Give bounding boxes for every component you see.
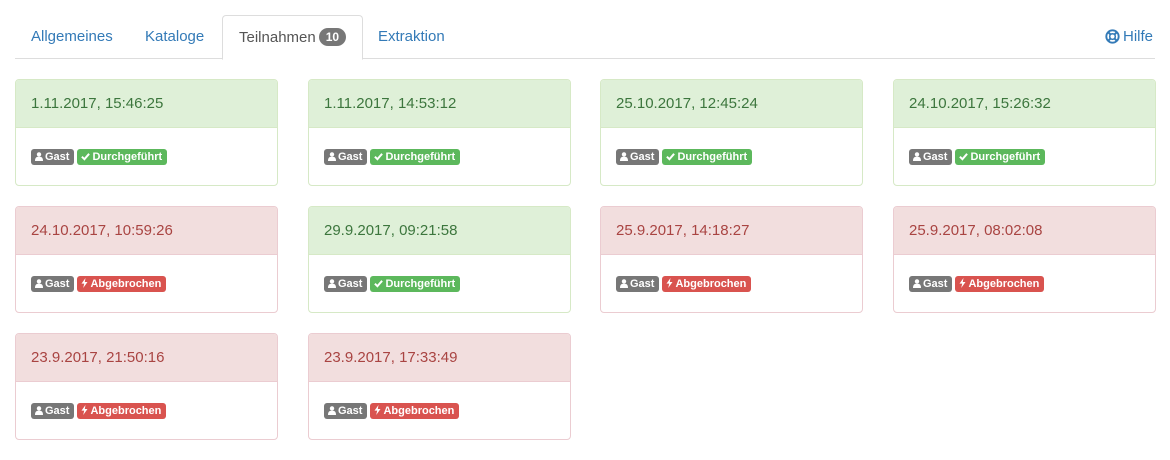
guest-badge: Gast: [31, 403, 75, 419]
card-body: Gast Abgebrochen: [601, 255, 862, 294]
participation-timestamp: 1.11.2017, 15:46:25: [16, 80, 277, 128]
user-icon: [620, 151, 630, 163]
card-body: Gast Durchgeführt: [309, 255, 570, 294]
guest-badge-label: Gast: [338, 405, 363, 417]
check-icon: [666, 151, 677, 163]
lifebuoy-icon: [1105, 18, 1120, 62]
guest-badge-label: Gast: [923, 151, 948, 163]
status-badge-label: Abgebrochen: [968, 278, 1040, 290]
user-icon: [620, 278, 630, 290]
participation-timestamp: 23.9.2017, 17:33:49: [309, 334, 570, 382]
guest-badge-label: Gast: [338, 151, 363, 163]
participation-timestamp: 23.9.2017, 21:50:16: [16, 334, 277, 382]
guest-badge: Gast: [616, 276, 660, 292]
participation-timestamp: 1.11.2017, 14:53:12: [309, 80, 570, 128]
help-link[interactable]: Hilfe: [1105, 15, 1153, 59]
guest-badge-label: Gast: [45, 278, 70, 290]
participation-card[interactable]: 1.11.2017, 14:53:12 Gast Durchgeführt: [308, 79, 571, 186]
count-badge: 10: [318, 28, 347, 46]
user-icon: [328, 151, 338, 163]
participation-card[interactable]: 29.9.2017, 09:21:58 Gast Durchgeführt: [308, 206, 571, 313]
guest-badge-label: Gast: [630, 278, 655, 290]
status-badge: Abgebrochen: [77, 276, 167, 292]
status-badge-label: Durchgeführt: [970, 151, 1041, 163]
status-badge-label: Abgebrochen: [90, 278, 162, 290]
participation-card[interactable]: 24.10.2017, 10:59:26 Gast Abgebrochen: [15, 206, 278, 313]
tab-label: Allgemeines: [31, 28, 113, 45]
card-body: Gast Durchgeführt: [894, 128, 1155, 167]
check-icon: [81, 151, 92, 163]
guest-badge-label: Gast: [338, 278, 363, 290]
tab-label: Teilnahmen: [239, 29, 316, 46]
tab-label: Extraktion: [378, 28, 445, 45]
user-icon: [35, 278, 45, 290]
guest-badge: Gast: [31, 149, 75, 165]
card-body: Gast Durchgeführt: [16, 128, 277, 167]
status-badge: Durchgeführt: [370, 276, 461, 292]
tab-label: Kataloge: [145, 28, 205, 45]
guest-badge-label: Gast: [45, 151, 70, 163]
status-badge-label: Durchgeführt: [385, 278, 456, 290]
status-badge: Durchgeführt: [955, 149, 1046, 165]
guest-badge: Gast: [324, 276, 368, 292]
participation-card[interactable]: 25.9.2017, 14:18:27 Gast Abgebrochen: [600, 206, 863, 313]
tab-allgemeines[interactable]: Allgemeines: [15, 15, 129, 59]
participation-timestamp: 25.9.2017, 14:18:27: [601, 207, 862, 255]
status-badge: Durchgeführt: [662, 149, 753, 165]
status-badge-label: Abgebrochen: [90, 405, 162, 417]
tab-extraktion[interactable]: Extraktion: [362, 15, 461, 59]
status-badge-label: Abgebrochen: [675, 278, 747, 290]
guest-badge-label: Gast: [45, 405, 70, 417]
user-icon: [913, 151, 923, 163]
participation-card[interactable]: 25.10.2017, 12:45:24 Gast Durchgeführt: [600, 79, 863, 186]
guest-badge: Gast: [909, 276, 953, 292]
check-icon: [374, 151, 385, 163]
status-badge: Abgebrochen: [370, 403, 460, 419]
card-body: Gast Durchgeführt: [601, 128, 862, 167]
status-badge-label: Durchgeführt: [92, 151, 163, 163]
status-badge-label: Durchgeführt: [385, 151, 456, 163]
user-icon: [328, 405, 338, 417]
guest-badge: Gast: [616, 149, 660, 165]
participation-card[interactable]: 1.11.2017, 15:46:25 Gast Durchgeführt: [15, 79, 278, 186]
participation-timestamp: 25.9.2017, 08:02:08: [894, 207, 1155, 255]
status-badge: Durchgeführt: [370, 149, 461, 165]
participation-timestamp: 25.10.2017, 12:45:24: [601, 80, 862, 128]
status-badge-label: Durchgeführt: [677, 151, 748, 163]
participation-card[interactable]: 23.9.2017, 17:33:49 Gast Abgebrochen: [308, 333, 571, 440]
check-icon: [374, 278, 385, 290]
participation-card[interactable]: 23.9.2017, 21:50:16 Gast Abgebrochen: [15, 333, 278, 440]
status-badge: Abgebrochen: [662, 276, 752, 292]
guest-badge-label: Gast: [923, 278, 948, 290]
card-body: Gast Abgebrochen: [894, 255, 1155, 294]
status-badge: Abgebrochen: [955, 276, 1045, 292]
user-icon: [35, 405, 45, 417]
tab-kataloge[interactable]: Kataloge: [129, 15, 220, 59]
user-icon: [328, 278, 338, 290]
card-body: Gast Abgebrochen: [16, 255, 277, 294]
status-badge-label: Abgebrochen: [383, 405, 455, 417]
guest-badge: Gast: [31, 276, 75, 292]
guest-badge: Gast: [324, 149, 368, 165]
status-badge: Durchgeführt: [77, 149, 168, 165]
card-body: Gast Abgebrochen: [16, 382, 277, 421]
tab-teilnahmen[interactable]: Teilnahmen 10: [222, 15, 364, 60]
user-icon: [913, 278, 923, 290]
participation-timestamp: 29.9.2017, 09:21:58: [309, 207, 570, 255]
card-body: Gast Durchgeführt: [309, 128, 570, 167]
status-badge: Abgebrochen: [77, 403, 167, 419]
guest-badge-label: Gast: [630, 151, 655, 163]
participation-timestamp: 24.10.2017, 15:26:32: [894, 80, 1155, 128]
guest-badge: Gast: [909, 149, 953, 165]
participation-card[interactable]: 24.10.2017, 15:26:32 Gast Durchgeführt: [893, 79, 1156, 186]
guest-badge: Gast: [324, 403, 368, 419]
help-label: Hilfe: [1122, 28, 1153, 45]
card-body: Gast Abgebrochen: [309, 382, 570, 421]
user-icon: [35, 151, 45, 163]
tab-bar: Allgemeines Kataloge Teilnahmen 10 Extrak…: [15, 15, 1155, 60]
participation-timestamp: 24.10.2017, 10:59:26: [16, 207, 277, 255]
check-icon: [959, 151, 970, 163]
participation-card[interactable]: 25.9.2017, 08:02:08 Gast Abgebrochen: [893, 206, 1156, 313]
